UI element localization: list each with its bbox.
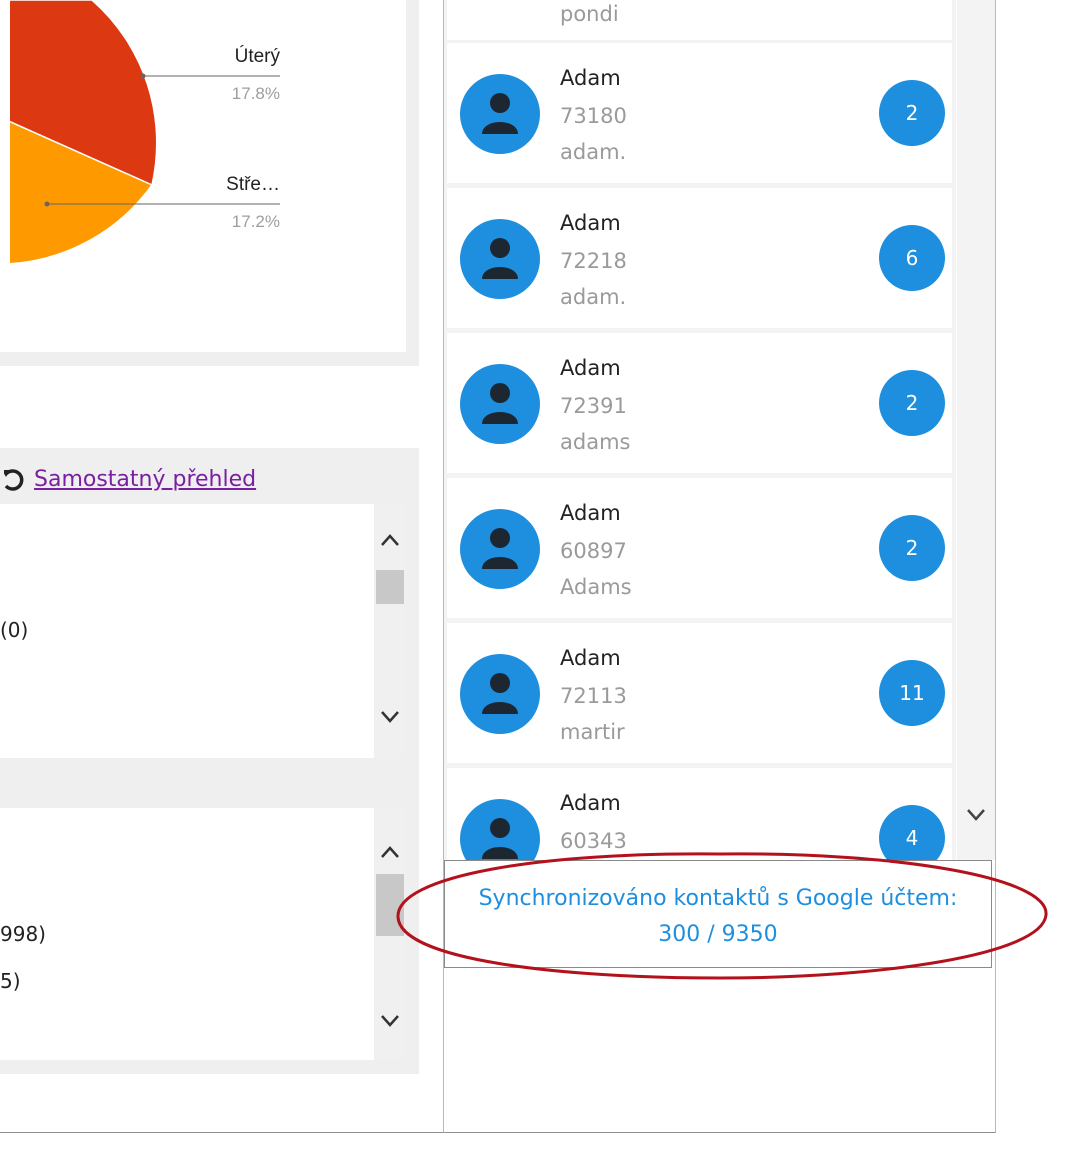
avatar-icon: [460, 364, 540, 444]
contact-card[interactable]: Adam 72113 martir 11: [447, 623, 952, 763]
unread-count-badge[interactable]: 2: [879, 515, 945, 581]
avatar-icon: [460, 799, 540, 860]
scroll-down-icon[interactable]: [374, 700, 406, 732]
list-item: (0): [0, 618, 29, 642]
unread-count-badge[interactable]: 4: [879, 805, 945, 860]
unread-count-badge[interactable]: 2: [879, 370, 945, 436]
contacts-scrollbar[interactable]: [957, 0, 995, 860]
second-widget: 998) 5): [0, 760, 419, 1074]
scroll-thumb[interactable]: [376, 874, 404, 936]
contact-phone: 72113: [560, 684, 627, 708]
contact-phone: 60897: [560, 539, 627, 563]
overview-scrollbar[interactable]: [374, 504, 406, 758]
scroll-thumb[interactable]: [376, 570, 404, 604]
contact-phone: 60343: [560, 829, 627, 853]
panel-border: [0, 352, 419, 366]
contact-email: adam.: [560, 140, 627, 164]
second-scrollbar[interactable]: [374, 808, 406, 1060]
list-item: 5): [0, 969, 21, 993]
pie-percent-streda: 17.2%: [231, 212, 280, 231]
contact-email: martir: [560, 720, 625, 744]
refresh-icon[interactable]: [2, 464, 26, 494]
unread-count-badge[interactable]: 6: [879, 225, 945, 291]
panel-border: [406, 0, 419, 366]
overview-widget: Samostatný přehled (0): [0, 448, 419, 760]
contact-name: Adam: [560, 646, 621, 670]
unread-count-badge[interactable]: 2: [879, 80, 945, 146]
contact-name: Adam: [560, 501, 621, 525]
contact-phone: 72391: [560, 394, 627, 418]
avatar-icon: [460, 509, 540, 589]
contact-email: adam.: [560, 285, 627, 309]
contact-card[interactable]: pondi: [447, 0, 952, 40]
contact-card[interactable]: Adam 72391 adams 2: [447, 333, 952, 473]
contact-name: Adam: [560, 791, 621, 815]
avatar-icon: [460, 654, 540, 734]
google-sync-status: Synchronizováno kontaktů s Google účtem:…: [444, 860, 992, 968]
scroll-down-icon[interactable]: [374, 1004, 406, 1036]
contact-name: Adam: [560, 356, 621, 380]
contact-card[interactable]: Adam 73180 adam. 2: [447, 43, 952, 183]
contacts-list: pondi Adam 73180 adam. 2 Adam 72218 adam. 6 Adam…: [444, 0, 956, 860]
overview-list: (0): [0, 504, 374, 758]
avatar-icon: [460, 74, 540, 154]
pie-label-utery: Úterý: [234, 46, 280, 67]
contact-card[interactable]: Adam 72218 adam. 6: [447, 188, 952, 328]
contact-card[interactable]: Adam 60343 4: [447, 768, 952, 860]
widget-header: Samostatný přehled: [0, 456, 256, 502]
pie-percent-utery: 17.8%: [231, 84, 280, 103]
contact-phone: 72218: [560, 249, 627, 273]
scroll-up-icon[interactable]: [374, 836, 406, 868]
pie-label-streda: Stře…: [226, 174, 280, 195]
contact-email: adams: [560, 430, 631, 454]
contact-email: pondi: [560, 2, 619, 26]
unread-count-badge[interactable]: 11: [879, 660, 945, 726]
contact-name: Adam: [560, 66, 621, 90]
scroll-down-icon[interactable]: [960, 798, 992, 830]
contact-phone: 73180: [560, 104, 627, 128]
sync-label: Synchronizováno kontaktů s Google účtem:: [478, 886, 958, 911]
pie-chart-panel: Úterý 17.8% Stře… 17.2%: [10, 0, 408, 352]
contact-email: Adams: [560, 575, 632, 599]
list-item: 998): [0, 922, 46, 946]
contact-name: Adam: [560, 211, 621, 235]
standalone-overview-link[interactable]: Samostatný přehled: [34, 467, 256, 492]
sync-count: 300 / 9350: [658, 922, 778, 947]
scroll-up-icon[interactable]: [374, 524, 406, 556]
avatar-icon: [460, 219, 540, 299]
contact-card[interactable]: Adam 60897 Adams 2: [447, 478, 952, 618]
second-list: 998) 5): [0, 808, 374, 1060]
